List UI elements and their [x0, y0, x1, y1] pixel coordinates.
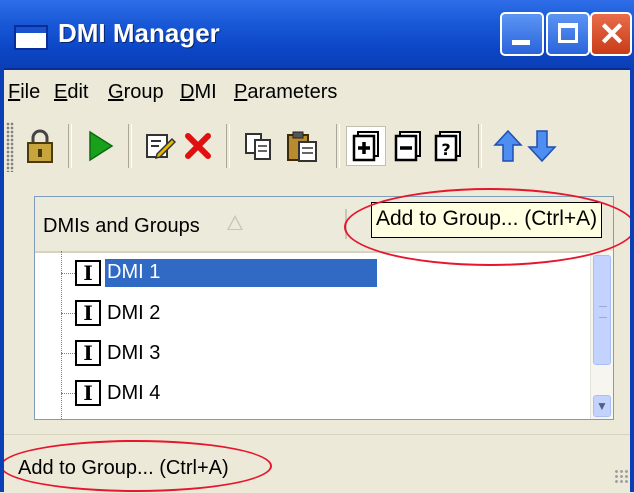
dmi-icon: I [75, 380, 101, 406]
highlight-ellipse-tooltip [344, 188, 634, 266]
toolbar-separator [128, 124, 132, 168]
chevron-down-icon: ▼ [596, 399, 608, 413]
toolbar-separator [68, 124, 72, 168]
window-title: DMI Manager [58, 18, 220, 48]
copy-icon[interactable] [238, 126, 278, 166]
minimize-icon [512, 40, 530, 45]
toolbar-separator [226, 124, 230, 168]
group-properties-icon[interactable]: ? [428, 126, 468, 166]
maximize-icon [558, 23, 578, 43]
close-button[interactable]: ✕ [590, 12, 632, 56]
resize-grip[interactable] [614, 469, 630, 485]
scrollbar-thumb[interactable] [593, 255, 611, 365]
add-to-group-icon[interactable] [346, 126, 386, 166]
vertical-scrollbar[interactable]: ▼ [590, 251, 613, 419]
toolbar-grip[interactable] [6, 122, 14, 172]
tree-item-label: DMI 1 [105, 259, 377, 287]
tree-item-label: DMI 2 [107, 302, 161, 324]
menu-edit[interactable]: Edit [54, 81, 88, 104]
column-header-label: DMIs and Groups [43, 215, 200, 237]
toolbar-separator [478, 124, 482, 168]
menu-parameters[interactable]: Parameters [234, 81, 337, 104]
toolbar: ? [0, 112, 634, 184]
menu-group[interactable]: Group [108, 81, 164, 104]
scroll-down-button[interactable]: ▼ [593, 395, 611, 417]
tree-item[interactable]: I DMI 3 [35, 333, 595, 373]
toolbar-separator [336, 124, 340, 168]
dmi-icon: I [75, 260, 101, 286]
app-window-icon [14, 25, 48, 50]
edit-icon[interactable] [140, 126, 180, 166]
delete-icon[interactable] [178, 126, 218, 166]
highlight-ellipse-status [0, 440, 272, 492]
tree-item[interactable]: I DMI 4 [35, 373, 595, 413]
window-frame-right [630, 68, 634, 492]
dmi-icon: I [75, 340, 101, 366]
maximize-button[interactable] [546, 12, 590, 56]
paste-icon[interactable] [282, 126, 322, 166]
window-frame-left [0, 68, 4, 492]
move-down-icon[interactable] [522, 126, 562, 166]
run-icon[interactable] [80, 126, 120, 166]
title-bar[interactable]: DMI Manager ✕ [0, 0, 634, 70]
dmi-manager-window: DMI Manager ✕ File Edit Group DMI Parame… [0, 0, 634, 493]
menu-file[interactable]: File [8, 81, 40, 104]
minimize-button[interactable] [500, 12, 544, 56]
menu-dmi[interactable]: DMI [180, 81, 217, 104]
tree-item-label: DMI 3 [107, 342, 161, 364]
dmi-icon: I [75, 300, 101, 326]
close-icon: ✕ [598, 16, 626, 52]
remove-from-group-icon[interactable] [388, 126, 428, 166]
lock-icon[interactable] [20, 126, 60, 166]
tree-item[interactable]: I DMI 2 [35, 293, 595, 333]
sort-ascending-icon [227, 215, 243, 230]
tree-item-label: DMI 4 [107, 382, 161, 404]
svg-text:?: ? [441, 140, 450, 159]
menu-bar: File Edit Group DMI Parameters [0, 70, 634, 110]
